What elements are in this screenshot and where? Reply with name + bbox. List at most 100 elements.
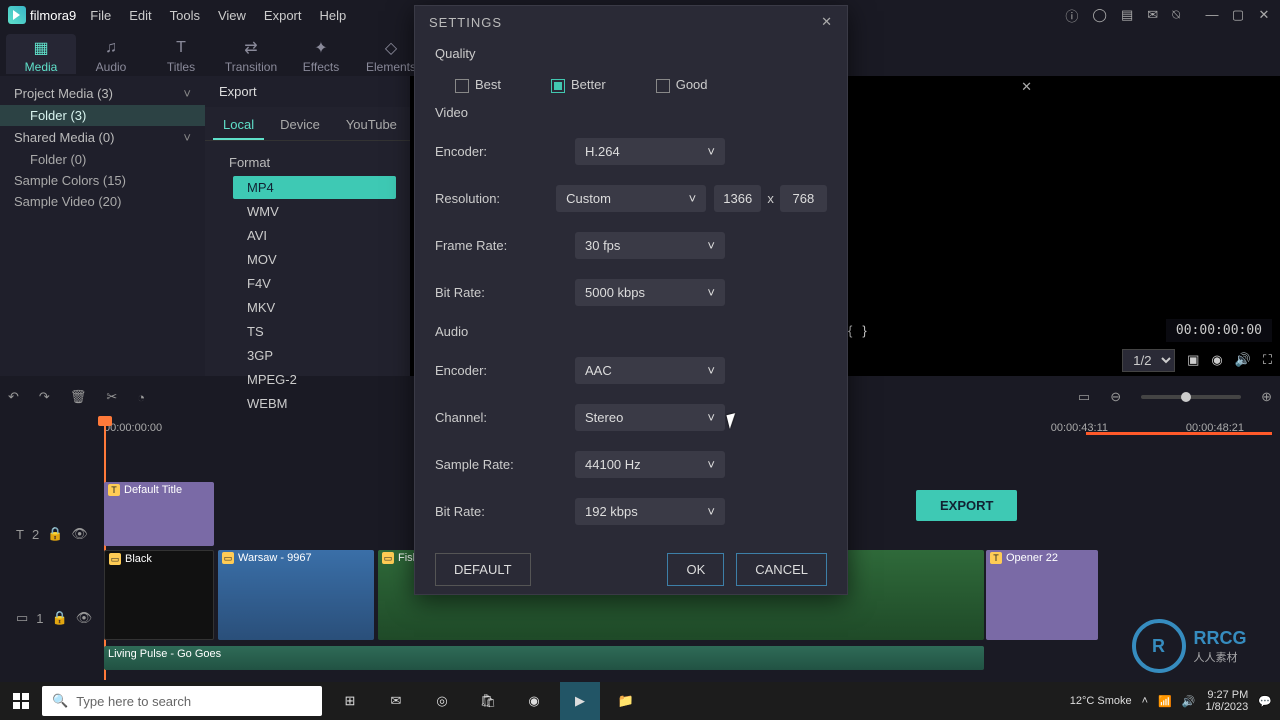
export-close-button[interactable]: ✕ bbox=[1021, 79, 1032, 95]
zoom-slider[interactable] bbox=[1141, 395, 1241, 399]
format-wmv[interactable]: WMV bbox=[233, 200, 396, 223]
elements-icon: ◇ bbox=[385, 38, 397, 58]
info-icon[interactable]: ⓘ bbox=[1065, 6, 1078, 25]
zoom-in-icon[interactable]: ⊕ bbox=[1261, 389, 1272, 405]
format-ts[interactable]: TS bbox=[233, 320, 396, 343]
weather-widget[interactable]: 12°C Smoke bbox=[1070, 695, 1132, 707]
menu-tools[interactable]: Tools bbox=[170, 8, 200, 23]
fullscreen-icon[interactable]: ⛶ bbox=[1263, 352, 1272, 368]
notifications-icon[interactable]: 💬 bbox=[1258, 695, 1272, 708]
close-button[interactable]: ✕ bbox=[1256, 7, 1272, 23]
format-avi[interactable]: AVI bbox=[233, 224, 396, 247]
quality-good[interactable]: Good bbox=[656, 77, 708, 93]
default-button[interactable]: DEFAULT bbox=[435, 553, 531, 586]
mail-icon[interactable]: ✉ bbox=[1147, 7, 1158, 23]
store-icon[interactable]: 🛍 bbox=[468, 682, 508, 720]
quality-better[interactable]: Better bbox=[551, 77, 606, 93]
camera-icon[interactable]: ◉ bbox=[1211, 352, 1222, 368]
tab-media[interactable]: ▦Media bbox=[6, 34, 76, 74]
filmora-taskbar-icon[interactable]: ▶ bbox=[560, 682, 600, 720]
preview-scale-select[interactable]: 1/2 bbox=[1122, 349, 1175, 372]
tab-audio[interactable]: ♫Audio bbox=[76, 34, 146, 74]
delete-icon[interactable]: 🗑 bbox=[70, 389, 87, 405]
lock-icon[interactable]: 🔒 bbox=[47, 526, 63, 542]
task-view-icon[interactable]: ⊞ bbox=[330, 682, 370, 720]
redo-icon[interactable]: ↷ bbox=[39, 389, 50, 405]
marker-icon[interactable]: ◔ bbox=[137, 390, 145, 405]
audio-bitrate-label: Bit Rate: bbox=[435, 504, 575, 519]
files-icon[interactable]: ▤ bbox=[1121, 7, 1133, 23]
maximize-button[interactable]: ▢ bbox=[1230, 7, 1246, 23]
eye-icon[interactable]: 👁 bbox=[71, 526, 88, 542]
sample-video[interactable]: Sample Video (20) bbox=[0, 191, 205, 212]
video-bitrate-select[interactable]: 5000 kbps˅ bbox=[575, 279, 725, 306]
cancel-button[interactable]: CANCEL bbox=[736, 553, 827, 586]
snapshot-icon[interactable]: ▣ bbox=[1187, 352, 1199, 368]
clip-audio[interactable]: Living Pulse - Go Goes bbox=[104, 646, 984, 670]
clip-default-title[interactable]: TDefault Title bbox=[104, 482, 214, 546]
taskbar-search[interactable]: 🔍 Type here to search bbox=[42, 686, 322, 716]
format-mov[interactable]: MOV bbox=[233, 248, 396, 271]
menu-export[interactable]: Export bbox=[264, 8, 302, 23]
clip-black[interactable]: ▭Black bbox=[104, 550, 214, 640]
project-media[interactable]: Project Media (3)˅ bbox=[0, 82, 205, 105]
user-icon[interactable]: ◯ bbox=[1092, 7, 1107, 23]
clip-warsaw[interactable]: ▭Warsaw - 9967 bbox=[218, 550, 374, 640]
menu-file[interactable]: File bbox=[90, 8, 111, 23]
menu-help[interactable]: Help bbox=[320, 8, 347, 23]
tab-effects[interactable]: ✦Effects bbox=[286, 34, 356, 74]
export-header: Export bbox=[205, 76, 410, 107]
mail-app-icon[interactable]: ✉ bbox=[376, 682, 416, 720]
tab-titles[interactable]: TTitles bbox=[146, 34, 216, 74]
sample-colors[interactable]: Sample Colors (15) bbox=[0, 170, 205, 191]
tray-network-icon[interactable]: 📶 bbox=[1158, 695, 1172, 708]
export-tab-device[interactable]: Device bbox=[270, 111, 330, 140]
volume-icon[interactable]: 🔊 bbox=[1235, 352, 1251, 368]
project-folder[interactable]: Folder (3) bbox=[0, 105, 205, 126]
samplerate-select[interactable]: 44100 Hz˅ bbox=[575, 451, 725, 478]
resolution-height-input[interactable]: 768 bbox=[780, 185, 827, 212]
channel-select[interactable]: Stereo˅ bbox=[575, 404, 725, 431]
minimize-button[interactable]: — bbox=[1204, 7, 1220, 23]
audio-encoder-label: Encoder: bbox=[435, 363, 575, 378]
menu-edit[interactable]: Edit bbox=[129, 8, 151, 23]
tray-clock[interactable]: 9:27 PM 1/8/2023 bbox=[1205, 689, 1248, 713]
marker-out-icon[interactable]: } bbox=[862, 323, 866, 338]
menu-view[interactable]: View bbox=[218, 8, 246, 23]
clip-opener22[interactable]: TOpener 22 bbox=[986, 550, 1098, 640]
export-tab-local[interactable]: Local bbox=[213, 111, 264, 140]
export-button[interactable]: EXPORT bbox=[916, 490, 1017, 521]
eye-icon[interactable]: 👁 bbox=[76, 610, 93, 626]
lock-icon[interactable]: 🔒 bbox=[52, 610, 68, 626]
audio-encoder-select[interactable]: AAC˅ bbox=[575, 357, 725, 384]
undo-icon[interactable]: ↶ bbox=[8, 389, 19, 405]
start-button[interactable] bbox=[0, 682, 42, 720]
export-tab-youtube[interactable]: YouTube bbox=[336, 111, 407, 140]
dialog-close-button[interactable]: ✕ bbox=[821, 14, 833, 30]
format-f4v[interactable]: F4V bbox=[233, 272, 396, 295]
render-icon[interactable]: ▭ bbox=[1078, 389, 1090, 405]
playhead[interactable] bbox=[104, 418, 106, 680]
explorer-icon[interactable]: 📁 bbox=[606, 682, 646, 720]
quality-best[interactable]: Best bbox=[455, 77, 501, 93]
chrome-icon[interactable]: ◉ bbox=[514, 682, 554, 720]
resolution-select[interactable]: Custom˅ bbox=[556, 185, 706, 212]
format-mp4[interactable]: MP4 bbox=[233, 176, 396, 199]
framerate-select[interactable]: 30 fps˅ bbox=[575, 232, 725, 259]
zoom-out-icon[interactable]: ⊖ bbox=[1110, 389, 1121, 405]
format-3gp[interactable]: 3GP bbox=[233, 344, 396, 367]
shared-media[interactable]: Shared Media (0)˅ bbox=[0, 126, 205, 149]
edge-icon[interactable]: ◎ bbox=[422, 682, 462, 720]
video-encoder-select[interactable]: H.264˅ bbox=[575, 138, 725, 165]
split-icon[interactable]: ✂ bbox=[106, 389, 117, 405]
audio-bitrate-select[interactable]: 192 kbps˅ bbox=[575, 498, 725, 525]
ok-button[interactable]: OK bbox=[667, 553, 724, 586]
tray-volume-icon[interactable]: 🔊 bbox=[1182, 695, 1196, 708]
format-mkv[interactable]: MKV bbox=[233, 296, 396, 319]
mic-icon[interactable]: ⍉ bbox=[1172, 7, 1180, 23]
shared-folder[interactable]: Folder (0) bbox=[0, 149, 205, 170]
tab-transition[interactable]: ⇄Transition bbox=[216, 34, 286, 74]
resolution-width-input[interactable]: 1366 bbox=[714, 185, 761, 212]
tray-chevron-icon[interactable]: ˄ bbox=[1142, 695, 1148, 707]
marker-in-icon[interactable]: { bbox=[848, 323, 852, 338]
